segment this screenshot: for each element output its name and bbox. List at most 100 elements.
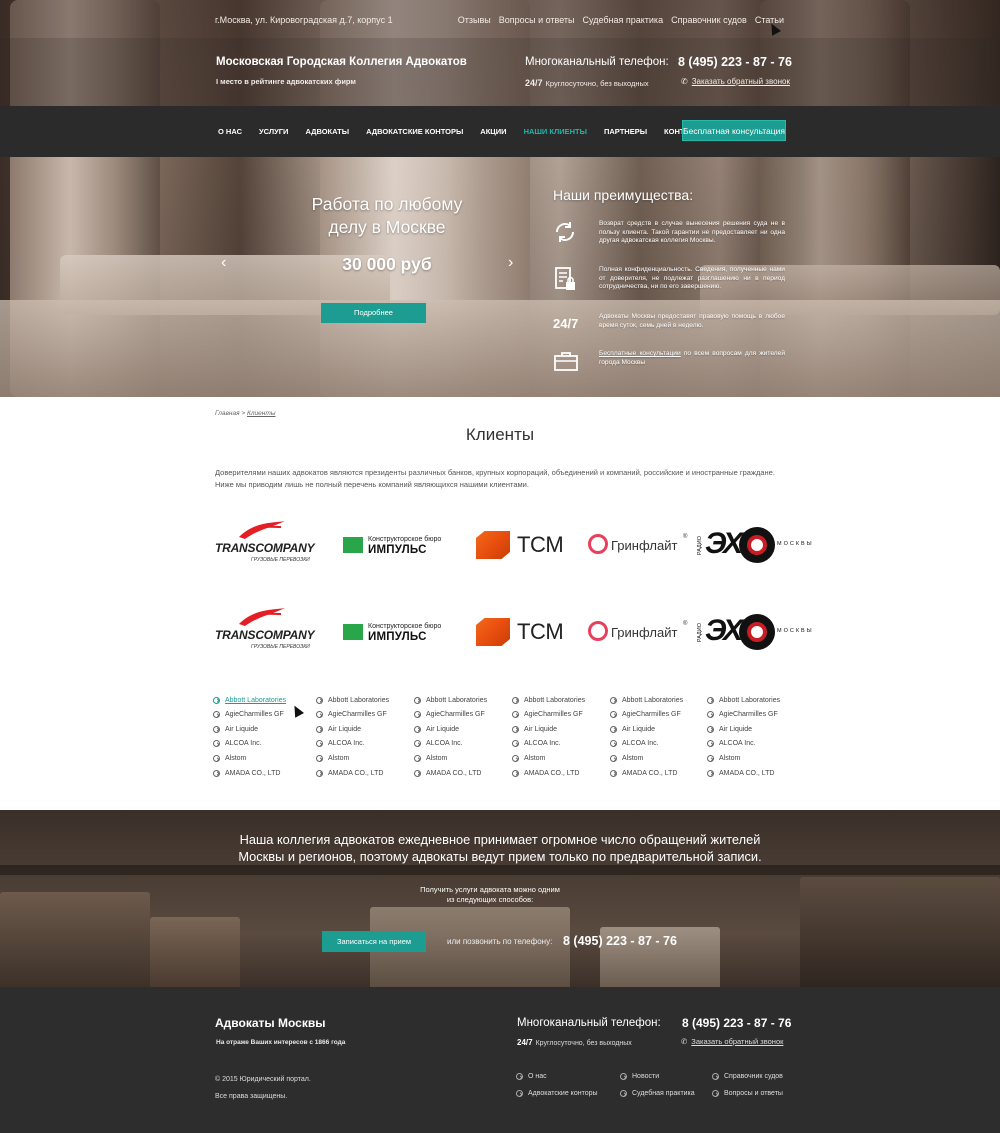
appointment-subtext: Получить услуги адвоката можно одним из … xyxy=(390,885,590,905)
client-link[interactable]: Abbott Laboratories xyxy=(316,696,414,704)
client-link[interactable]: AMADA CO., LTD xyxy=(414,769,512,777)
client-link[interactable]: Air Liquide xyxy=(213,725,316,733)
footer-link-news[interactable]: Новости xyxy=(620,1073,659,1080)
footer-link-faq[interactable]: Вопросы и ответы xyxy=(712,1090,783,1097)
client-link[interactable]: Air Liquide xyxy=(610,725,707,733)
client-link[interactable]: Alstom xyxy=(316,754,414,763)
grinflait-logo[interactable]: Гринфлайт ® xyxy=(588,618,688,668)
top-nav-court-practice[interactable]: Судебная практика xyxy=(583,15,664,25)
transcompany-logo[interactable]: TRANSCOMPANY ГРУЗОВЫЕ ПЕРЕВОЗКИ xyxy=(215,606,325,656)
client-link[interactable]: ALCOA Inc. xyxy=(213,740,316,748)
chevron-left-icon[interactable]: ‹ xyxy=(221,254,226,272)
top-nav-court-directory[interactable]: Справочник судов xyxy=(671,15,747,25)
nav-item-clients[interactable]: Наши клиенты xyxy=(524,127,587,136)
client-link[interactable]: Abbott Laboratories xyxy=(414,696,512,704)
client-link[interactable]: Air Liquide xyxy=(707,725,797,733)
arrow-circle-icon xyxy=(213,769,220,777)
client-name: AgieCharmilles GF xyxy=(719,711,778,719)
client-link[interactable]: ALCOA Inc. xyxy=(610,740,707,748)
nav-item-about[interactable]: О нас xyxy=(218,127,242,136)
arrow-circle-icon xyxy=(414,755,421,763)
client-link[interactable]: Air Liquide xyxy=(414,725,512,733)
more-button[interactable]: Подробнее xyxy=(321,303,426,323)
echo-moskvy-logo[interactable]: РАДИО ЭХ МОСКВЫ xyxy=(697,527,812,577)
client-name: Abbott Laboratories xyxy=(426,696,488,704)
client-link[interactable]: AMADA CO., LTD xyxy=(316,769,414,777)
client-link[interactable]: Alstom xyxy=(707,754,797,763)
grinflait-name: Гринфлайт xyxy=(611,538,678,553)
client-name: Air Liquide xyxy=(719,725,753,733)
client-link[interactable]: ALCOA Inc. xyxy=(414,740,512,748)
breadcrumb-home[interactable]: Главная xyxy=(215,410,240,417)
tcm-logo[interactable]: TCM xyxy=(476,528,576,578)
transcompany-logo[interactable]: TRANSCOMPANY ГРУЗОВЫЕ ПЕРЕВОЗКИ xyxy=(215,519,325,569)
footer-tagline: На отраже Ваших интересов с 1866 года xyxy=(216,1039,346,1046)
client-link[interactable]: Alstom xyxy=(414,754,512,763)
client-link[interactable]: Abbott Laboratories xyxy=(610,696,707,704)
arrow-circle-icon xyxy=(213,711,220,719)
tcm-name: TCM xyxy=(517,532,564,557)
nav-item-partners[interactable]: Партнеры xyxy=(604,127,647,136)
footer-phone-number[interactable]: 8 (495) 223 - 87 - 76 xyxy=(682,1016,791,1030)
nav-item-lawyers[interactable]: Адвокаты xyxy=(305,127,349,136)
impuls-line2: ИМПУЛЬС xyxy=(368,544,427,556)
client-link[interactable]: Alstom xyxy=(512,754,610,763)
client-link[interactable]: ALCOA Inc. xyxy=(512,740,610,748)
echo-moskvy-logo[interactable]: РАДИО ЭХ МОСКВЫ xyxy=(697,614,812,664)
arrow-circle-icon xyxy=(512,755,519,763)
site-brand[interactable]: Московская Городская Коллегия Адвокатов xyxy=(216,56,467,68)
client-link[interactable]: AMADA CO., LTD xyxy=(707,769,797,777)
client-link[interactable]: ALCOA Inc. xyxy=(707,740,797,748)
client-name: Abbott Laboratories xyxy=(622,696,684,704)
top-nav-reviews[interactable]: Отзывы xyxy=(458,15,491,25)
client-link[interactable]: Alstom xyxy=(610,754,707,763)
client-link[interactable]: AgieCharmilles GF xyxy=(610,711,707,719)
free-consultations-link[interactable]: Бесплатные консультации xyxy=(599,350,681,357)
top-nav-faq[interactable]: Вопросы и ответы xyxy=(499,15,575,25)
footer-link-court-practice[interactable]: Судебная практика xyxy=(620,1090,695,1097)
impuls-line1: Конструкторское бюро xyxy=(368,623,442,630)
arrow-circle-icon xyxy=(414,725,421,733)
headline-line: Наша коллегия адвокатов ежедневное прини… xyxy=(239,832,761,847)
client-link[interactable]: AgieCharmilles GF xyxy=(707,711,797,719)
footer-link-court-directory[interactable]: Справочник судов xyxy=(712,1073,783,1080)
client-link[interactable]: AgieCharmilles GF xyxy=(316,711,414,719)
cta-phone-number[interactable]: 8 (495) 223 - 87 - 76 xyxy=(563,934,677,948)
phone-number[interactable]: 8 (495) 223 - 87 - 76 xyxy=(678,55,792,69)
footer-callback-link[interactable]: ✆ Заказать обратный звонок xyxy=(681,1037,783,1046)
impuls-line2: ИМПУЛЬС xyxy=(368,631,427,643)
client-link[interactable]: AMADA CO., LTD xyxy=(512,769,610,777)
client-link[interactable]: Abbott Laboratories xyxy=(213,696,316,704)
footer-callback-label: Заказать обратный звонок xyxy=(691,1037,784,1046)
client-link[interactable]: AMADA CO., LTD xyxy=(610,769,707,777)
grinflait-name: Гринфлайт xyxy=(611,625,678,640)
nav-item-promotions[interactable]: Акции xyxy=(480,127,506,136)
client-link[interactable]: Air Liquide xyxy=(316,725,414,733)
client-link[interactable]: ALCOA Inc. xyxy=(316,740,414,748)
client-link[interactable]: Abbott Laboratories xyxy=(512,696,610,704)
signup-appointment-button[interactable]: Записаться на прием xyxy=(322,931,426,952)
address: г.Москва, ул. Кировоградская д.7, корпус… xyxy=(215,15,393,25)
client-name: Air Liquide xyxy=(622,725,656,733)
footer-phone-label: Многоканальный телефон: xyxy=(517,1017,661,1029)
chevron-right-icon[interactable]: › xyxy=(508,254,513,272)
client-link[interactable]: AgieCharmilles GF xyxy=(512,711,610,719)
client-link[interactable]: Alstom xyxy=(213,754,316,763)
callback-link[interactable]: ✆ Заказать обратный звонок xyxy=(681,77,790,86)
grinflait-logo[interactable]: Гринфлайт ® xyxy=(588,531,688,581)
client-link[interactable]: Abbott Laboratories xyxy=(707,696,797,704)
nav-item-services[interactable]: Услуги xyxy=(259,127,288,136)
client-link[interactable]: AMADA CO., LTD xyxy=(213,769,316,777)
transcompany-swoosh-icon xyxy=(239,608,285,626)
client-link[interactable]: Air Liquide xyxy=(512,725,610,733)
impuls-logo[interactable]: Конструкторское бюро ИМПУЛЬС xyxy=(343,619,453,669)
client-link[interactable]: AgieCharmilles GF xyxy=(414,711,512,719)
footer-link-about[interactable]: О нас xyxy=(516,1073,547,1080)
impuls-logo[interactable]: Конструкторское бюро ИМПУЛЬС xyxy=(343,532,453,582)
hours-text: Круглосуточно, без выходных xyxy=(545,79,649,88)
tcm-logo[interactable]: TCM xyxy=(476,615,576,665)
free-consultation-button[interactable]: Бесплатная консультация xyxy=(682,120,786,141)
top-nav: Отзывы Вопросы и ответы Судебная практик… xyxy=(458,15,784,25)
footer-link-law-offices[interactable]: Адвокатские конторы xyxy=(516,1090,598,1097)
nav-item-law-offices[interactable]: Адвокатские конторы xyxy=(366,127,463,136)
